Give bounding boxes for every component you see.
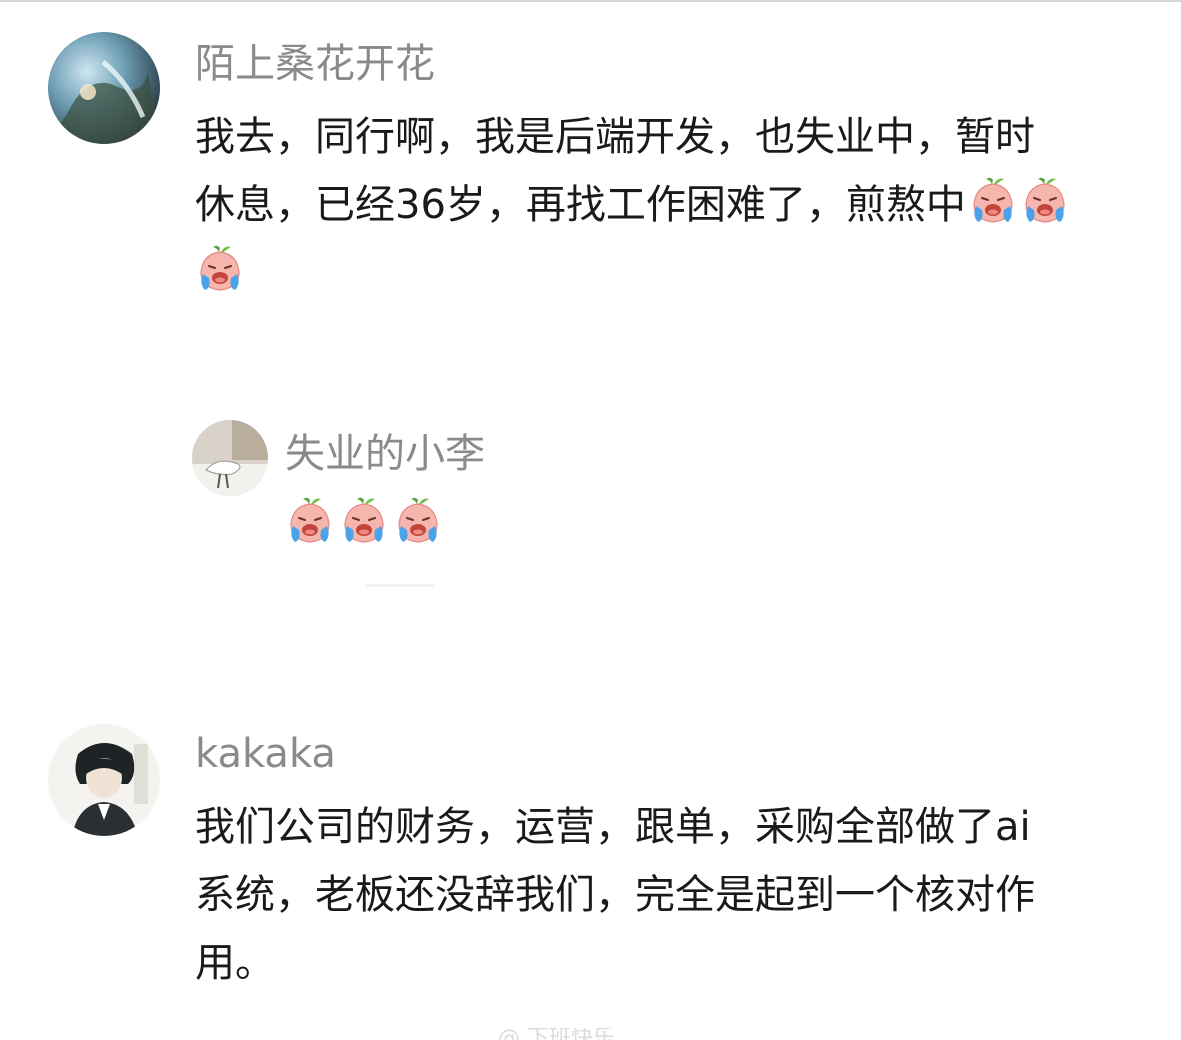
crying-peach-emoji <box>1020 176 1070 226</box>
comment-username[interactable]: kakaka <box>195 730 336 778</box>
comment-text-line-content: 休息，已经36岁，再找工作困难了，煎熬中 <box>195 182 966 228</box>
comment-text-line: 休息，已经36岁，再找工作困难了，煎熬中 <box>195 171 1070 239</box>
emoji-row <box>285 496 443 546</box>
avatar-image-icon <box>192 420 268 496</box>
crying-peach-emoji <box>339 496 389 546</box>
watermark: @ 下班快乐 <box>498 1028 698 1040</box>
inline-emoji-group <box>968 176 1070 226</box>
emoji-row <box>195 244 245 294</box>
faint-divider <box>365 584 435 587</box>
comment-text: 我去，同行啊，我是后端开发，也失业中，暂时 休息，已经36岁，再找工作困难了，煎… <box>195 103 1070 239</box>
crying-peach-emoji <box>195 244 245 294</box>
comment-text-line: 系统，老板还没辞我们，完全是起到一个核对作 <box>195 872 1035 918</box>
reply-username[interactable]: 失业的小李 <box>285 430 485 478</box>
avatar-image-icon <box>48 32 160 144</box>
comment-text-line: 用。 <box>195 940 275 986</box>
crying-peach-emoji <box>968 176 1018 226</box>
watermark-text: @ 下班快乐 <box>498 1028 615 1040</box>
crying-peach-emoji <box>393 496 443 546</box>
crying-peach-emoji <box>285 496 335 546</box>
comment-username[interactable]: 陌上桑花开花 <box>195 40 435 88</box>
comment-text-line: 我们公司的财务，运营，跟单，采购全部做了ai <box>195 804 1031 850</box>
avatar[interactable] <box>48 32 160 144</box>
top-divider <box>0 0 1181 2</box>
comment-text-line: 我去，同行啊，我是后端开发，也失业中，暂时 <box>195 114 1035 160</box>
avatar[interactable] <box>192 420 268 496</box>
avatar[interactable] <box>48 724 160 836</box>
avatar-image-icon <box>48 724 160 836</box>
comment-text: 我们公司的财务，运营，跟单，采购全部做了ai 系统，老板还没辞我们，完全是起到一… <box>195 793 1035 997</box>
